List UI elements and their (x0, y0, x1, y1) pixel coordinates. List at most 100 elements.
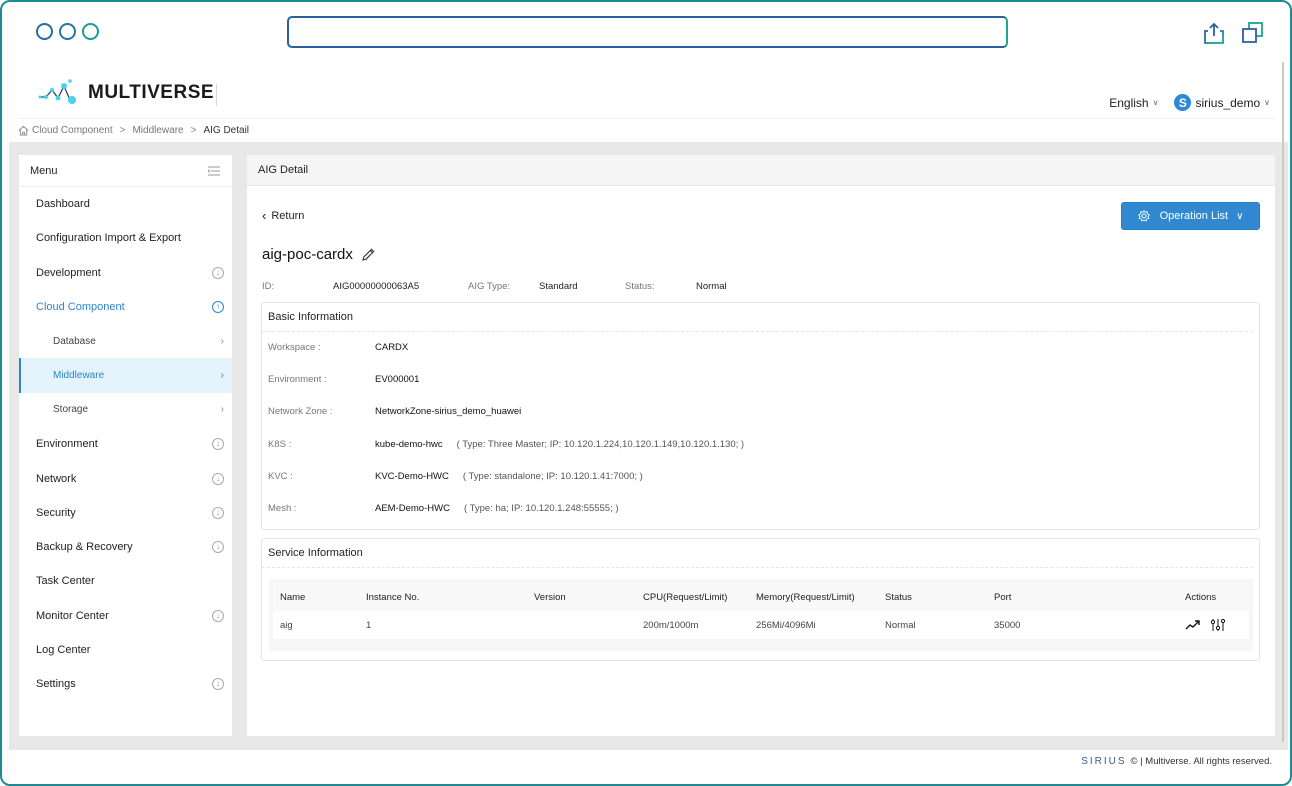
operation-list-button[interactable]: Operation List ∨ (1121, 202, 1260, 230)
service-table-wrapper: Name Instance No. Version CPU(Request/Li… (269, 579, 1253, 651)
column-header: Instance No. (366, 591, 420, 603)
window-minimize-button[interactable] (59, 23, 76, 40)
breadcrumb-cloud-component[interactable]: Cloud Component (32, 125, 113, 136)
cell-cpu: 200m/1000m (643, 619, 699, 631)
column-header: Version (534, 591, 566, 603)
username: sirius_demo (1195, 95, 1261, 110)
cell-port: 35000 (994, 619, 1021, 631)
window-maximize-button[interactable] (82, 23, 99, 40)
column-header: Actions (1185, 591, 1217, 603)
return-button[interactable]: ‹ Return (262, 208, 304, 223)
address-bar[interactable] (287, 16, 1008, 48)
sidebar-item-label: Task Center (36, 575, 95, 588)
sidebar-item-log-center[interactable]: Log Center (19, 633, 232, 667)
trend-icon[interactable] (1185, 618, 1201, 632)
tabs-icon[interactable] (1240, 20, 1266, 46)
chevron-down-icon: ∨ (1264, 98, 1270, 107)
chevron-down-icon: ∨ (1236, 210, 1244, 222)
chevron-right-icon: › (220, 335, 224, 347)
sidebar-item-security[interactable]: Security ↓ (19, 496, 232, 530)
service-table: Name Instance No. Version CPU(Request/Li… (273, 583, 1249, 639)
sidebar-item-label: Monitor Center (36, 609, 109, 622)
sidebar-item-configuration-import-export[interactable]: Configuration Import & Export (19, 221, 232, 255)
share-icon[interactable] (1202, 20, 1228, 46)
panel-title: AIG Detail (247, 155, 1275, 186)
breadcrumb-current: AIG Detail (203, 125, 250, 136)
service-information-title: Service Information (262, 539, 1253, 568)
header-separator (18, 118, 1274, 119)
info-label: Environment : (268, 374, 327, 386)
sidebar-item-environment[interactable]: Environment ↓ (19, 427, 232, 461)
brand[interactable]: MULTIVERSE (36, 78, 214, 108)
sidebar-item-label: Environment (36, 438, 98, 451)
menu-header: Menu (19, 155, 232, 187)
info-label: KVC : (268, 470, 293, 482)
breadcrumb-separator: > (190, 125, 197, 136)
id-label: ID: (262, 281, 275, 292)
status-label: Status: (625, 281, 655, 292)
sidebar-item-network[interactable]: Network ↓ (19, 461, 232, 495)
sidebar-item-label: Storage (53, 404, 89, 416)
chevron-down-icon: ∨ (1152, 98, 1159, 107)
language-label: English (1109, 95, 1149, 110)
info-value: EV000001 (375, 374, 420, 386)
return-label: Return (271, 209, 305, 222)
sidebar-item-settings[interactable]: Settings ↓ (19, 667, 232, 701)
info-value: kube-demo-hwc (375, 438, 443, 450)
sidebar-item-storage[interactable]: Storage › (19, 393, 232, 427)
expand-down-icon: ↓ (212, 678, 224, 691)
language-selector[interactable]: English ∨ (1109, 96, 1158, 110)
info-detail: ( Type: ha; IP: 10.120.1.248:55555; ) (463, 503, 619, 514)
cell-instance-no: 1 (366, 619, 372, 631)
cell-name: aig (280, 619, 293, 631)
sidebar-item-development[interactable]: Development ↓ (19, 256, 232, 290)
info-row: KVC : KVC-Demo-HWC ( Type: standalone; IP:… (268, 471, 643, 482)
expand-down-icon: ↓ (212, 266, 224, 279)
sidebar-item-label: Cloud Component (36, 301, 125, 314)
home-icon[interactable] (18, 125, 29, 136)
sidebar-item-label: Security (36, 506, 76, 519)
sidebar-item-cloud-component[interactable]: Cloud Component ↑ (19, 290, 232, 324)
adjust-icon[interactable] (1210, 618, 1226, 632)
aig-type-value: Standard (539, 281, 578, 292)
info-row: Workspace : CARDX (268, 342, 408, 353)
menu-collapse-icon[interactable] (207, 166, 221, 176)
info-detail: ( Type: Three Master; IP: 10.120.1.224,1… (456, 438, 745, 450)
info-label: K8S : (268, 438, 292, 450)
header-divider (216, 84, 217, 106)
sidebar-item-label: Development (36, 266, 101, 279)
sidebar-item-monitor-center[interactable]: Monitor Center ↓ (19, 599, 232, 633)
sidebar-item-task-center[interactable]: Task Center (19, 564, 232, 598)
operation-list-label: Operation List (1159, 210, 1229, 222)
info-value: AEM-Demo-HWC (375, 503, 450, 514)
breadcrumb-middleware[interactable]: Middleware (132, 125, 183, 136)
aig-detail-panel: AIG Detail ‹ Return Operation List ∨ aig… (247, 155, 1275, 736)
sidebar-item-backup-recovery[interactable]: Backup & Recovery ↓ (19, 530, 232, 564)
column-header: Port (994, 591, 1012, 603)
table-header: Name Instance No. Version CPU(Request/Li… (273, 583, 1249, 611)
page-scrollbar[interactable] (1282, 62, 1284, 742)
multiverse-logo-icon (38, 79, 76, 104)
sidebar-item-middleware[interactable]: Middleware › (19, 358, 232, 394)
aig-meta-row: ID: AIG00000000063A5 AIG Type: Standard … (262, 281, 727, 292)
expand-down-icon: ↓ (212, 438, 224, 451)
aig-title-row: aig-poc-cardx (262, 246, 376, 263)
sidebar-item-dashboard[interactable]: Dashboard (19, 187, 232, 221)
breadcrumb-separator: > (119, 125, 126, 136)
copyright-text: © | Multiverse. All rights reserved. (1130, 756, 1272, 767)
header-right: English ∨ S sirius_demo ∨ (1109, 94, 1270, 111)
collapse-up-icon: ↑ (212, 301, 224, 314)
info-row: K8S : kube-demo-hwc ( Type: Three Master; … (268, 439, 744, 450)
sidebar-item-label: Configuration Import & Export (36, 232, 181, 245)
info-row: Environment : EV000001 (268, 374, 419, 385)
aig-name: aig-poc-cardx (262, 246, 353, 263)
sidebar-item-label: Database (53, 335, 96, 347)
column-header: Memory(Request/Limit) (756, 591, 855, 603)
sidebar-item-database[interactable]: Database › (19, 324, 232, 358)
menu-list: Dashboard Configuration Import & Export De… (19, 187, 232, 701)
service-information-card: Service Information Name Instance No. Ve… (261, 538, 1260, 661)
user-menu[interactable]: S sirius_demo ∨ (1174, 94, 1270, 111)
window-close-button[interactable] (36, 23, 53, 40)
sidebar-item-label: Settings (36, 678, 76, 691)
edit-icon[interactable] (361, 247, 376, 262)
